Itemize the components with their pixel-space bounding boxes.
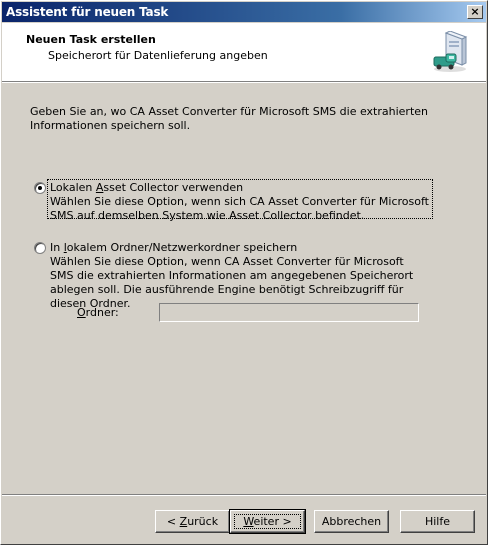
cancel-button[interactable]: Abbrechen (314, 510, 389, 533)
intro-text: Geben Sie an, wo CA Asset Converter für … (30, 105, 428, 132)
radio-local-asset-collector[interactable] (34, 182, 46, 194)
wizard-dialog: Assistent für neuen Task × Neuen Task er… (0, 0, 488, 545)
radio-selected-dot (38, 186, 42, 190)
close-icon: × (470, 5, 480, 18)
focus-rectangle (47, 179, 433, 219)
folder-input[interactable] (159, 303, 419, 322)
page-title: Neuen Task erstellen (26, 33, 156, 46)
next-button[interactable]: Weiter > (229, 509, 306, 534)
help-button[interactable]: Hilfe (400, 510, 475, 533)
radio-local-folder[interactable] (34, 242, 46, 254)
close-button[interactable]: × (467, 5, 483, 19)
folder-label: Ordner: (77, 306, 119, 319)
header-divider (2, 81, 486, 83)
computer-truck-icon (433, 31, 468, 72)
page-subtitle: Speicherort für Datenlieferung angeben (48, 49, 268, 62)
title-bar[interactable]: Assistent für neuen Task × (2, 2, 486, 22)
back-button[interactable]: < Zurück (155, 510, 230, 533)
option-label-local-folder[interactable]: In lokalem Ordner/Netzwerkordner speiche… (50, 241, 297, 255)
footer-divider (2, 494, 486, 496)
wizard-header: Neuen Task erstellen Speicherort für Dat… (2, 23, 486, 81)
window-title: Assistent für neuen Task (6, 5, 169, 19)
option-local-folder[interactable]: In lokalem Ordner/Netzwerkordner speiche… (34, 241, 454, 310)
